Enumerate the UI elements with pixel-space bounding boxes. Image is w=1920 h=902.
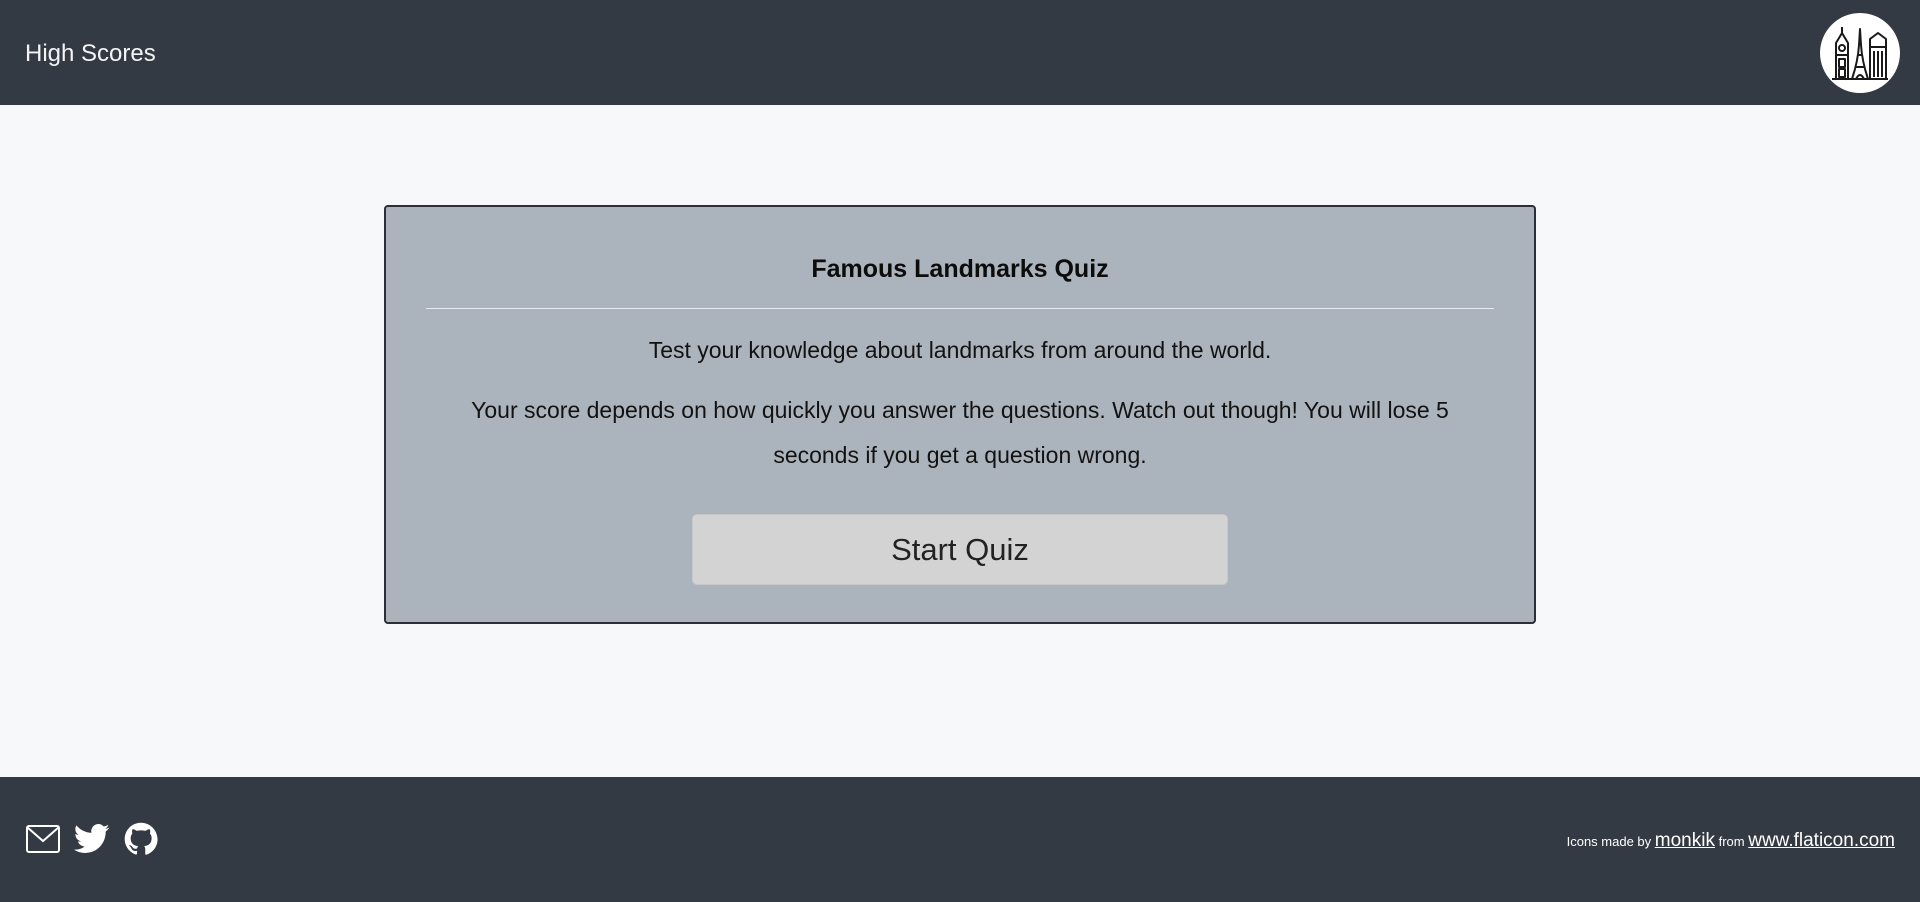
footer: Icons made by monkik from www.flaticon.c… — [0, 777, 1920, 902]
high-scores-link[interactable]: High Scores — [25, 40, 156, 68]
quiz-intro-text: Test your knowledge about landmarks from… — [648, 337, 1272, 363]
social-links — [26, 822, 158, 856]
start-quiz-button[interactable]: Start Quiz — [692, 514, 1228, 585]
github-icon[interactable] — [124, 822, 158, 856]
quiz-rules-text: Your score depends on how quickly you an… — [471, 397, 1449, 468]
credit-from: from — [1718, 834, 1745, 849]
quiz-title: Famous Landmarks Quiz — [811, 255, 1109, 283]
icon-credit: Icons made by monkik from www.flaticon.c… — [1567, 830, 1895, 852]
twitter-icon[interactable] — [74, 823, 110, 854]
credit-author-link[interactable]: monkik — [1655, 830, 1715, 851]
credit-site-link[interactable]: www.flaticon.com — [1748, 830, 1895, 851]
main-content: Famous Landmarks Quiz Test your knowledg… — [0, 105, 1920, 777]
top-navbar: High Scores — [0, 0, 1920, 105]
quiz-intro-card: Famous Landmarks Quiz Test your knowledg… — [384, 205, 1536, 624]
credit-prefix: Icons made by — [1566, 834, 1652, 849]
card-divider — [426, 308, 1494, 309]
landmarks-logo-icon[interactable] — [1820, 12, 1900, 93]
mail-icon[interactable] — [26, 824, 60, 853]
